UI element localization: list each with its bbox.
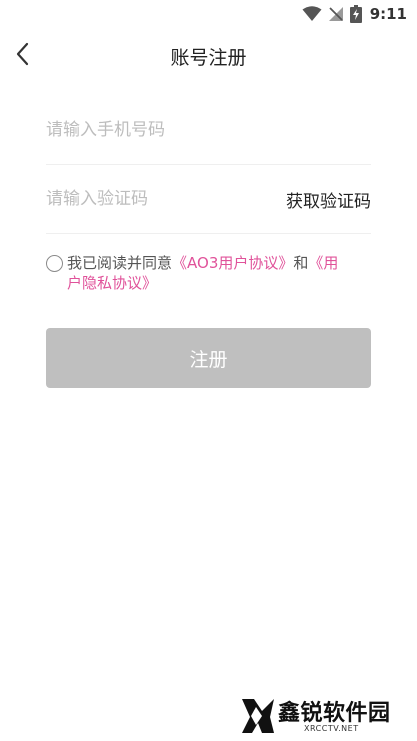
wifi-icon xyxy=(302,6,322,22)
status-icons: 9:11 xyxy=(302,4,407,24)
watermark-subtext: XRCCTV.NET xyxy=(304,724,359,733)
user-agreement-link[interactable]: 《AO3用户协议》 xyxy=(172,254,293,272)
status-bar: 9:11 xyxy=(0,0,417,28)
agreement: 我已阅读并同意《AO3用户协议》和《用 户隐私协议》 xyxy=(46,253,371,293)
page-title: 账号注册 xyxy=(170,47,247,69)
agreement-conjunction: 和 xyxy=(293,254,309,272)
watermark-text: 鑫锐软件园 xyxy=(278,701,391,726)
watermark: 鑫锐软件园 XRCCTV.NET xyxy=(240,695,400,737)
phone-input[interactable] xyxy=(46,96,266,164)
status-time: 9:11 xyxy=(369,5,407,23)
agreement-prefix: 我已阅读并同意 xyxy=(67,254,173,272)
agreement-line-1: 我已阅读并同意《AO3用户协议》和《用 xyxy=(46,253,371,273)
privacy-link-part2[interactable]: 户隐私协议》 xyxy=(46,273,371,293)
agree-radio[interactable] xyxy=(46,255,63,272)
privacy-link-part1[interactable]: 《用 xyxy=(308,254,338,272)
code-field-row: 获取验证码 xyxy=(46,165,371,234)
watermark-logo-icon xyxy=(240,697,276,739)
header: 账号注册 xyxy=(0,36,417,76)
no-signal-icon xyxy=(328,6,344,22)
verification-code-input[interactable] xyxy=(46,165,266,233)
phone-field-row xyxy=(46,96,371,165)
get-code-button[interactable]: 获取验证码 xyxy=(286,187,371,212)
battery-charging-icon xyxy=(349,5,362,23)
register-button[interactable]: 注册 xyxy=(46,328,371,388)
